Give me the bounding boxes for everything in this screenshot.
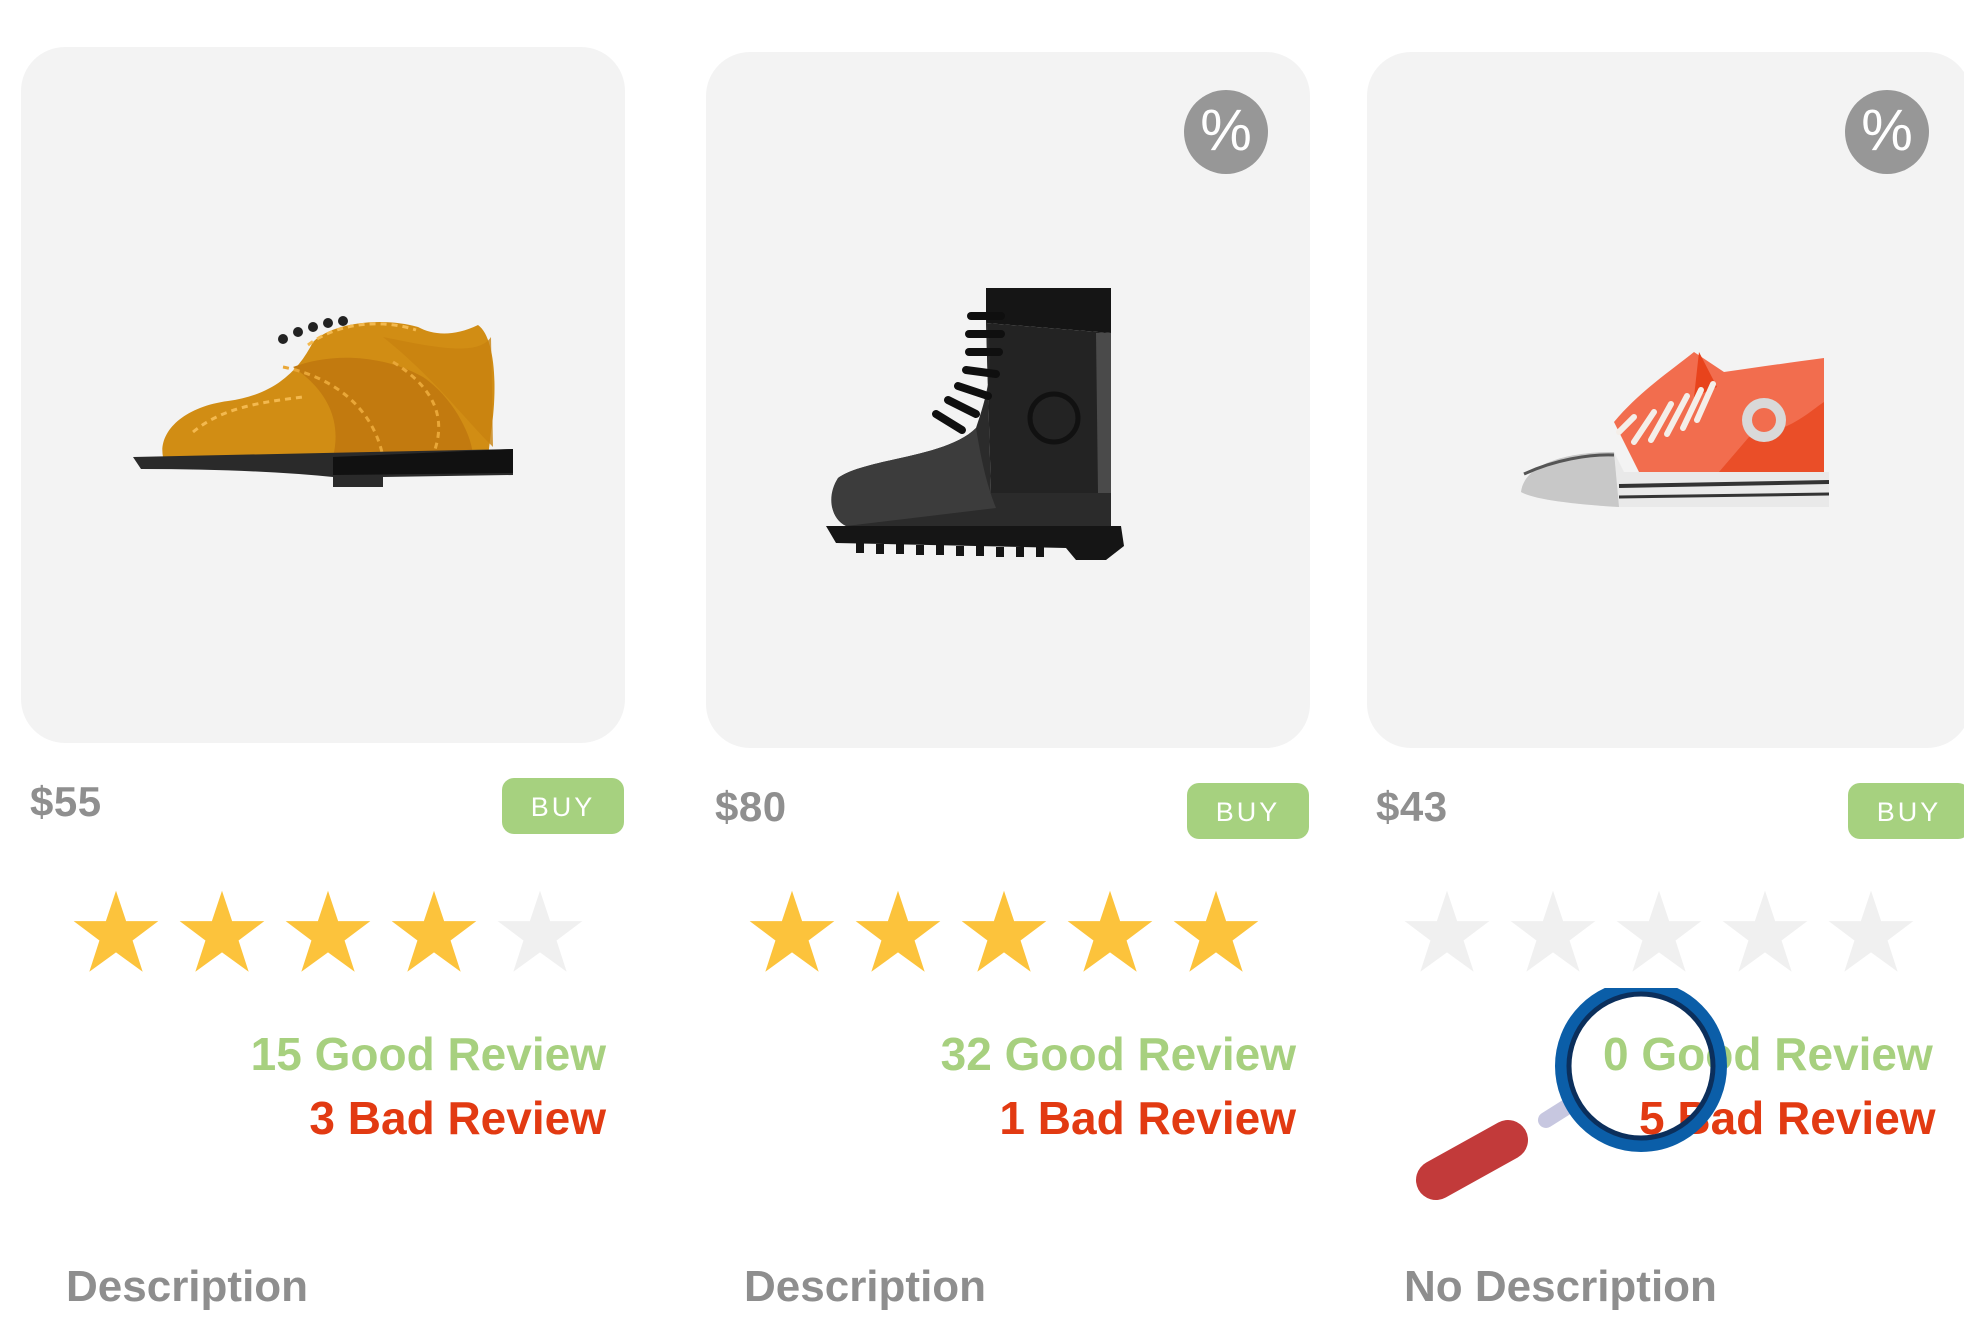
star-filled-icon[interactable] (958, 888, 1050, 980)
star-filled-icon[interactable] (70, 888, 162, 980)
combat-boot-icon (826, 288, 1124, 560)
review-summary: 32 Good Review 1 Bad Review (941, 1022, 1296, 1150)
star-empty-icon[interactable] (494, 888, 586, 980)
product-image-frame[interactable] (21, 47, 625, 743)
star-empty-icon[interactable] (1613, 888, 1705, 980)
star-filled-icon[interactable] (1170, 888, 1262, 980)
discount-badge-icon: % (1184, 90, 1268, 174)
review-summary: 15 Good Review 3 Bad Review (251, 1022, 606, 1150)
brogue-shoe-icon (133, 316, 513, 487)
description-label[interactable]: No Description (1404, 1262, 1717, 1312)
magnifying-glass-icon (1416, 988, 1727, 1200)
star-rating (746, 888, 1276, 980)
discount-badge-icon: % (1845, 90, 1929, 174)
good-review-count[interactable]: 15 Good Review (251, 1022, 606, 1086)
star-empty-icon[interactable] (1401, 888, 1493, 980)
star-filled-icon[interactable] (388, 888, 480, 980)
buy-button[interactable]: BUY (502, 778, 624, 834)
description-label[interactable]: Description (66, 1262, 308, 1312)
product-image-frame[interactable]: % (706, 52, 1310, 748)
star-filled-icon[interactable] (1064, 888, 1156, 980)
price-label: $55 (30, 778, 102, 825)
star-empty-icon[interactable] (1507, 888, 1599, 980)
bad-review-count[interactable]: 3 Bad Review (251, 1086, 606, 1150)
star-filled-icon[interactable] (746, 888, 838, 980)
star-filled-icon[interactable] (176, 888, 268, 980)
price-label: $80 (715, 783, 787, 830)
description-label[interactable]: Description (744, 1262, 986, 1312)
product-image-frame[interactable]: % (1367, 52, 1964, 748)
star-filled-icon[interactable] (852, 888, 944, 980)
star-filled-icon[interactable] (282, 888, 374, 980)
buy-button[interactable]: BUY (1848, 783, 1964, 839)
price-label: $43 (1376, 783, 1448, 830)
product-card-1: $55 BUY 15 Good Review 3 Bad Review Desc… (0, 0, 640, 1325)
buy-button[interactable]: BUY (1187, 783, 1309, 839)
bad-review-count[interactable]: 1 Bad Review (941, 1086, 1296, 1150)
star-empty-icon[interactable] (1719, 888, 1811, 980)
high-top-sneaker-icon (1521, 352, 1829, 507)
star-empty-icon[interactable] (1825, 888, 1917, 980)
good-review-count[interactable]: 32 Good Review (941, 1022, 1296, 1086)
star-rating (1401, 888, 1931, 980)
product-card-2: % $80 BUY 32 Good Review 1 Bad Review De… (680, 0, 1320, 1325)
star-rating (70, 888, 600, 980)
